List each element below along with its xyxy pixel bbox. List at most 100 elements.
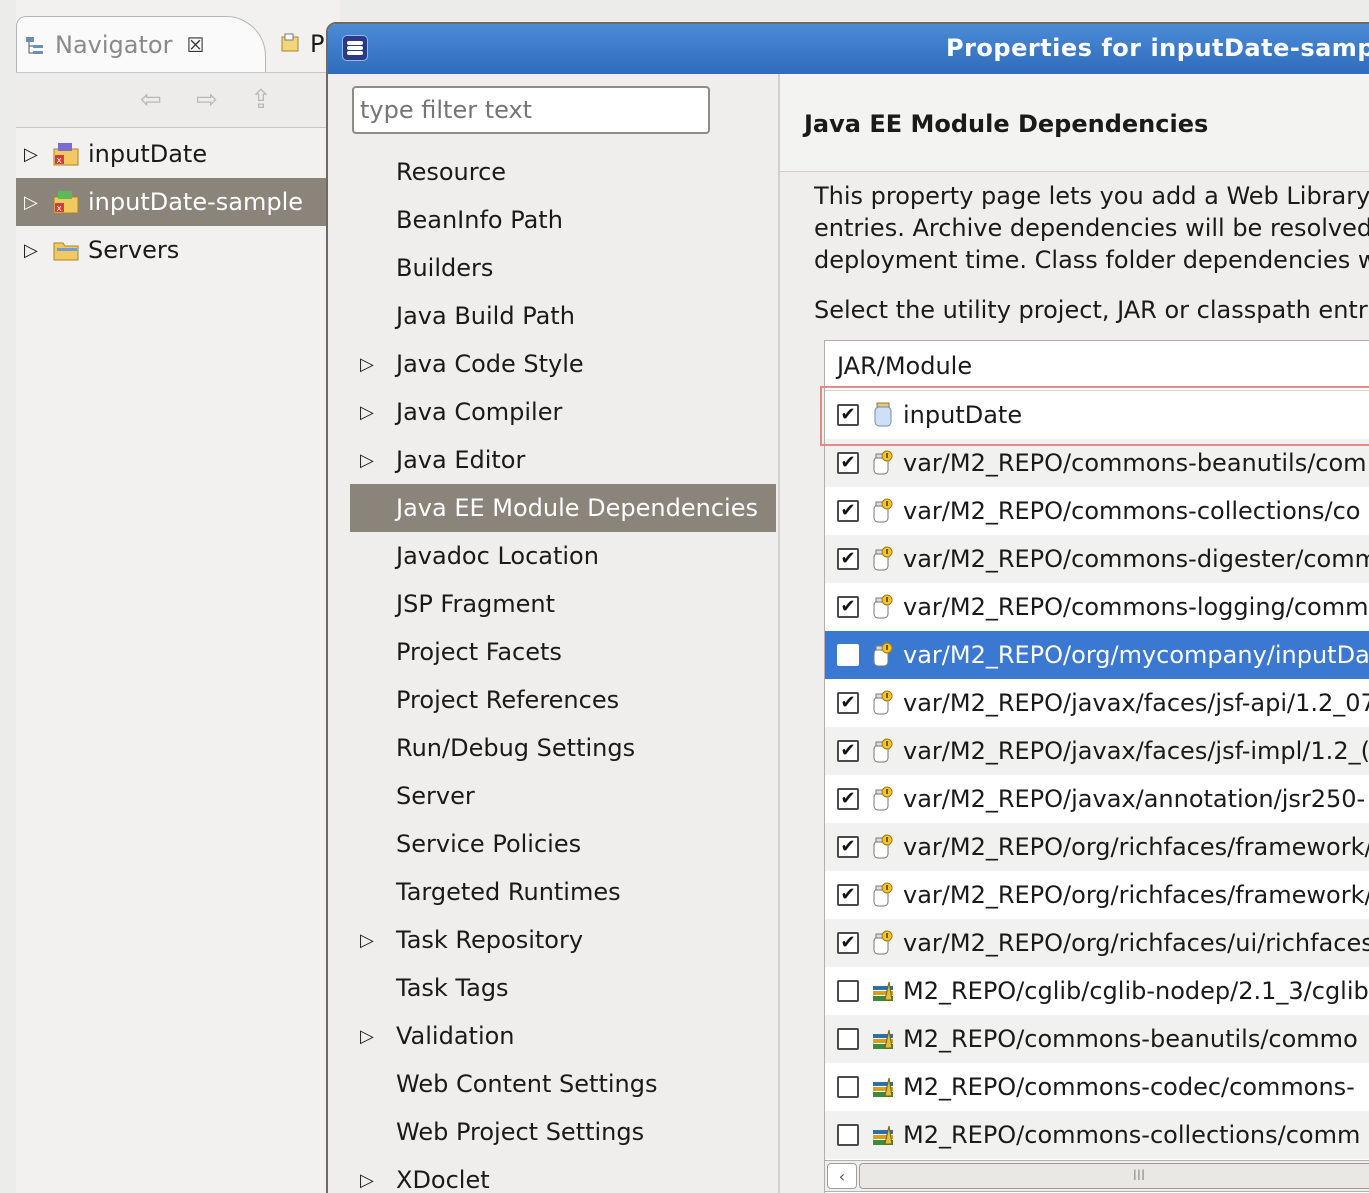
scrollbar-thumb[interactable]: III (859, 1163, 1369, 1189)
page-title: Java EE Module Dependencies (804, 110, 1209, 138)
category-item[interactable]: Java EE Module Dependencies (350, 484, 776, 532)
row-checkbox[interactable] (837, 1124, 859, 1146)
category-item[interactable]: ▷ Validation (350, 1012, 776, 1060)
expand-arrow-icon[interactable]: ▷ (350, 1026, 396, 1047)
category-item[interactable]: ▷ XDoclet (350, 1156, 776, 1193)
expand-arrow-icon[interactable]: ▷ (24, 240, 52, 261)
table-row[interactable]: M2_REPO/cglib/cglib-nodep/2.1_3/cglib (825, 967, 1369, 1015)
row-checkbox[interactable]: ✔ (837, 788, 859, 810)
row-checkbox[interactable]: ✔ (837, 548, 859, 570)
row-checkbox[interactable]: ✔ (837, 932, 859, 954)
category-label: Java Compiler (396, 398, 563, 426)
category-item[interactable]: Project References (350, 676, 776, 724)
category-item[interactable]: Targeted Runtimes (350, 868, 776, 916)
tree-item-inputdate-sample[interactable]: ▷ x inputDate-sample (16, 178, 340, 226)
up-folder-icon[interactable]: ⇪ (250, 85, 272, 115)
category-item[interactable]: Builders (350, 244, 776, 292)
table-row[interactable]: ✔ var/M2_REPO/commons-beanutils/com (825, 439, 1369, 487)
expand-arrow-icon[interactable]: ▷ (24, 144, 52, 165)
table-row[interactable]: ✔ var/M2_REPO/javax/faces/jsf-impl/1.2_( (825, 727, 1369, 775)
sash-divider[interactable] (778, 74, 780, 1193)
expand-arrow-icon[interactable]: ▷ (350, 402, 396, 423)
expand-arrow-icon[interactable]: ▷ (350, 1170, 396, 1191)
row-checkbox[interactable] (837, 1028, 859, 1050)
category-list: Resource BeanInfo Path Builders Java Build … (350, 148, 776, 1193)
tree-item-servers[interactable]: ▷ Servers (16, 226, 340, 274)
row-checkbox[interactable] (837, 1076, 859, 1098)
horizontal-scrollbar[interactable]: ‹ III (824, 1160, 1369, 1192)
row-checkbox[interactable]: ✔ (837, 452, 859, 474)
expand-arrow-icon[interactable]: ▷ (350, 930, 396, 951)
category-label: Run/Debug Settings (396, 734, 636, 762)
category-label: Project Facets (396, 638, 562, 666)
scroll-left-icon[interactable]: ‹ (827, 1163, 857, 1189)
table-row[interactable]: var/M2_REPO/org/mycompany/inputDa (825, 631, 1369, 679)
category-item[interactable]: Project Facets (350, 628, 776, 676)
category-item[interactable]: JSP Fragment (350, 580, 776, 628)
category-label: BeanInfo Path (396, 206, 563, 234)
expand-arrow-icon[interactable]: ▷ (24, 192, 52, 213)
table-row[interactable]: ✔ var/M2_REPO/org/richfaces/framework/ (825, 871, 1369, 919)
table-row[interactable]: ✔ var/M2_REPO/org/richfaces/framework/ (825, 823, 1369, 871)
project-tree: ▷ x inputDate ▷ x inputDate-sample ▷ Ser… (16, 130, 340, 274)
row-label: var/M2_REPO/commons-logging/comm (903, 593, 1369, 621)
expand-arrow-icon[interactable]: ▷ (350, 450, 396, 471)
category-item[interactable]: Web Content Settings (350, 1060, 776, 1108)
back-arrow-icon[interactable]: ⇦ (140, 85, 162, 115)
row-label: M2_REPO/commons-beanutils/commo (903, 1025, 1358, 1053)
filter-input[interactable] (352, 86, 710, 134)
dialog-titlebar[interactable]: Properties for inputDate-samp (328, 24, 1369, 74)
table-row[interactable]: ✔ var/M2_REPO/commons-collections/co (825, 487, 1369, 535)
row-checkbox[interactable] (837, 980, 859, 1002)
category-item[interactable]: Service Policies (350, 820, 776, 868)
category-label: Server (396, 782, 475, 810)
table-row[interactable]: ✔ var/M2_REPO/org/richfaces/ui/richfaces (825, 919, 1369, 967)
forward-arrow-icon[interactable]: ⇨ (196, 85, 218, 115)
category-item[interactable]: Resource (350, 148, 776, 196)
table-row[interactable]: M2_REPO/commons-codec/commons- (825, 1063, 1369, 1111)
table-row[interactable]: ✔ var/M2_REPO/javax/faces/jsf-api/1.2_07 (825, 679, 1369, 727)
column-header-jar-module[interactable]: JAR/Module (825, 341, 1369, 391)
variable-jar-icon (871, 642, 895, 668)
row-label: var/M2_REPO/commons-digester/comm (903, 545, 1369, 573)
row-checkbox[interactable]: ✔ (837, 884, 859, 906)
library-icon (871, 978, 895, 1004)
row-label: M2_REPO/commons-codec/commons- (903, 1073, 1355, 1101)
category-item[interactable]: Server (350, 772, 776, 820)
table-row[interactable]: ✔ var/M2_REPO/commons-digester/comm (825, 535, 1369, 583)
row-checkbox[interactable] (837, 644, 859, 666)
variable-jar-icon (871, 834, 895, 860)
tree-item-inputdate[interactable]: ▷ x inputDate (16, 130, 340, 178)
table-row[interactable]: ✔ inputDate (825, 391, 1369, 439)
row-checkbox[interactable]: ✔ (837, 740, 859, 762)
category-item[interactable]: Task Tags (350, 964, 776, 1012)
table-row[interactable]: ✔ var/M2_REPO/javax/annotation/jsr250- (825, 775, 1369, 823)
svg-text:x: x (57, 156, 63, 166)
category-label: Web Content Settings (396, 1070, 658, 1098)
tab-navigator[interactable]: Navigator ☒ (16, 16, 266, 72)
category-item[interactable]: ▷ Task Repository (350, 916, 776, 964)
category-item[interactable]: Javadoc Location (350, 532, 776, 580)
table-row[interactable]: ✔ var/M2_REPO/commons-logging/comm (825, 583, 1369, 631)
category-item[interactable]: Web Project Settings (350, 1108, 776, 1156)
category-item[interactable]: Java Build Path (350, 292, 776, 340)
row-label: var/M2_REPO/org/mycompany/inputDa (903, 641, 1369, 669)
table-row[interactable]: M2_REPO/commons-beanutils/commo (825, 1015, 1369, 1063)
expand-arrow-icon[interactable]: ▷ (350, 354, 396, 375)
category-item[interactable]: ▷ Java Compiler (350, 388, 776, 436)
category-item[interactable]: Run/Debug Settings (350, 724, 776, 772)
row-checkbox[interactable]: ✔ (837, 836, 859, 858)
category-item[interactable]: BeanInfo Path (350, 196, 776, 244)
row-checkbox[interactable]: ✔ (837, 500, 859, 522)
category-item[interactable]: ▷ Java Editor (350, 436, 776, 484)
row-checkbox[interactable]: ✔ (837, 404, 859, 426)
row-checkbox[interactable]: ✔ (837, 596, 859, 618)
description-line: deployment time. Class folder dependenci… (814, 246, 1369, 274)
row-checkbox[interactable]: ✔ (837, 692, 859, 714)
category-item[interactable]: ▷ Java Code Style (350, 340, 776, 388)
table-row[interactable]: M2_REPO/commons-collections/comm (825, 1111, 1369, 1159)
variable-jar-icon (871, 546, 895, 572)
close-icon[interactable]: ☒ (186, 33, 204, 57)
row-label: var/M2_REPO/org/richfaces/framework/ (903, 833, 1369, 861)
navigator-icon (25, 34, 47, 56)
